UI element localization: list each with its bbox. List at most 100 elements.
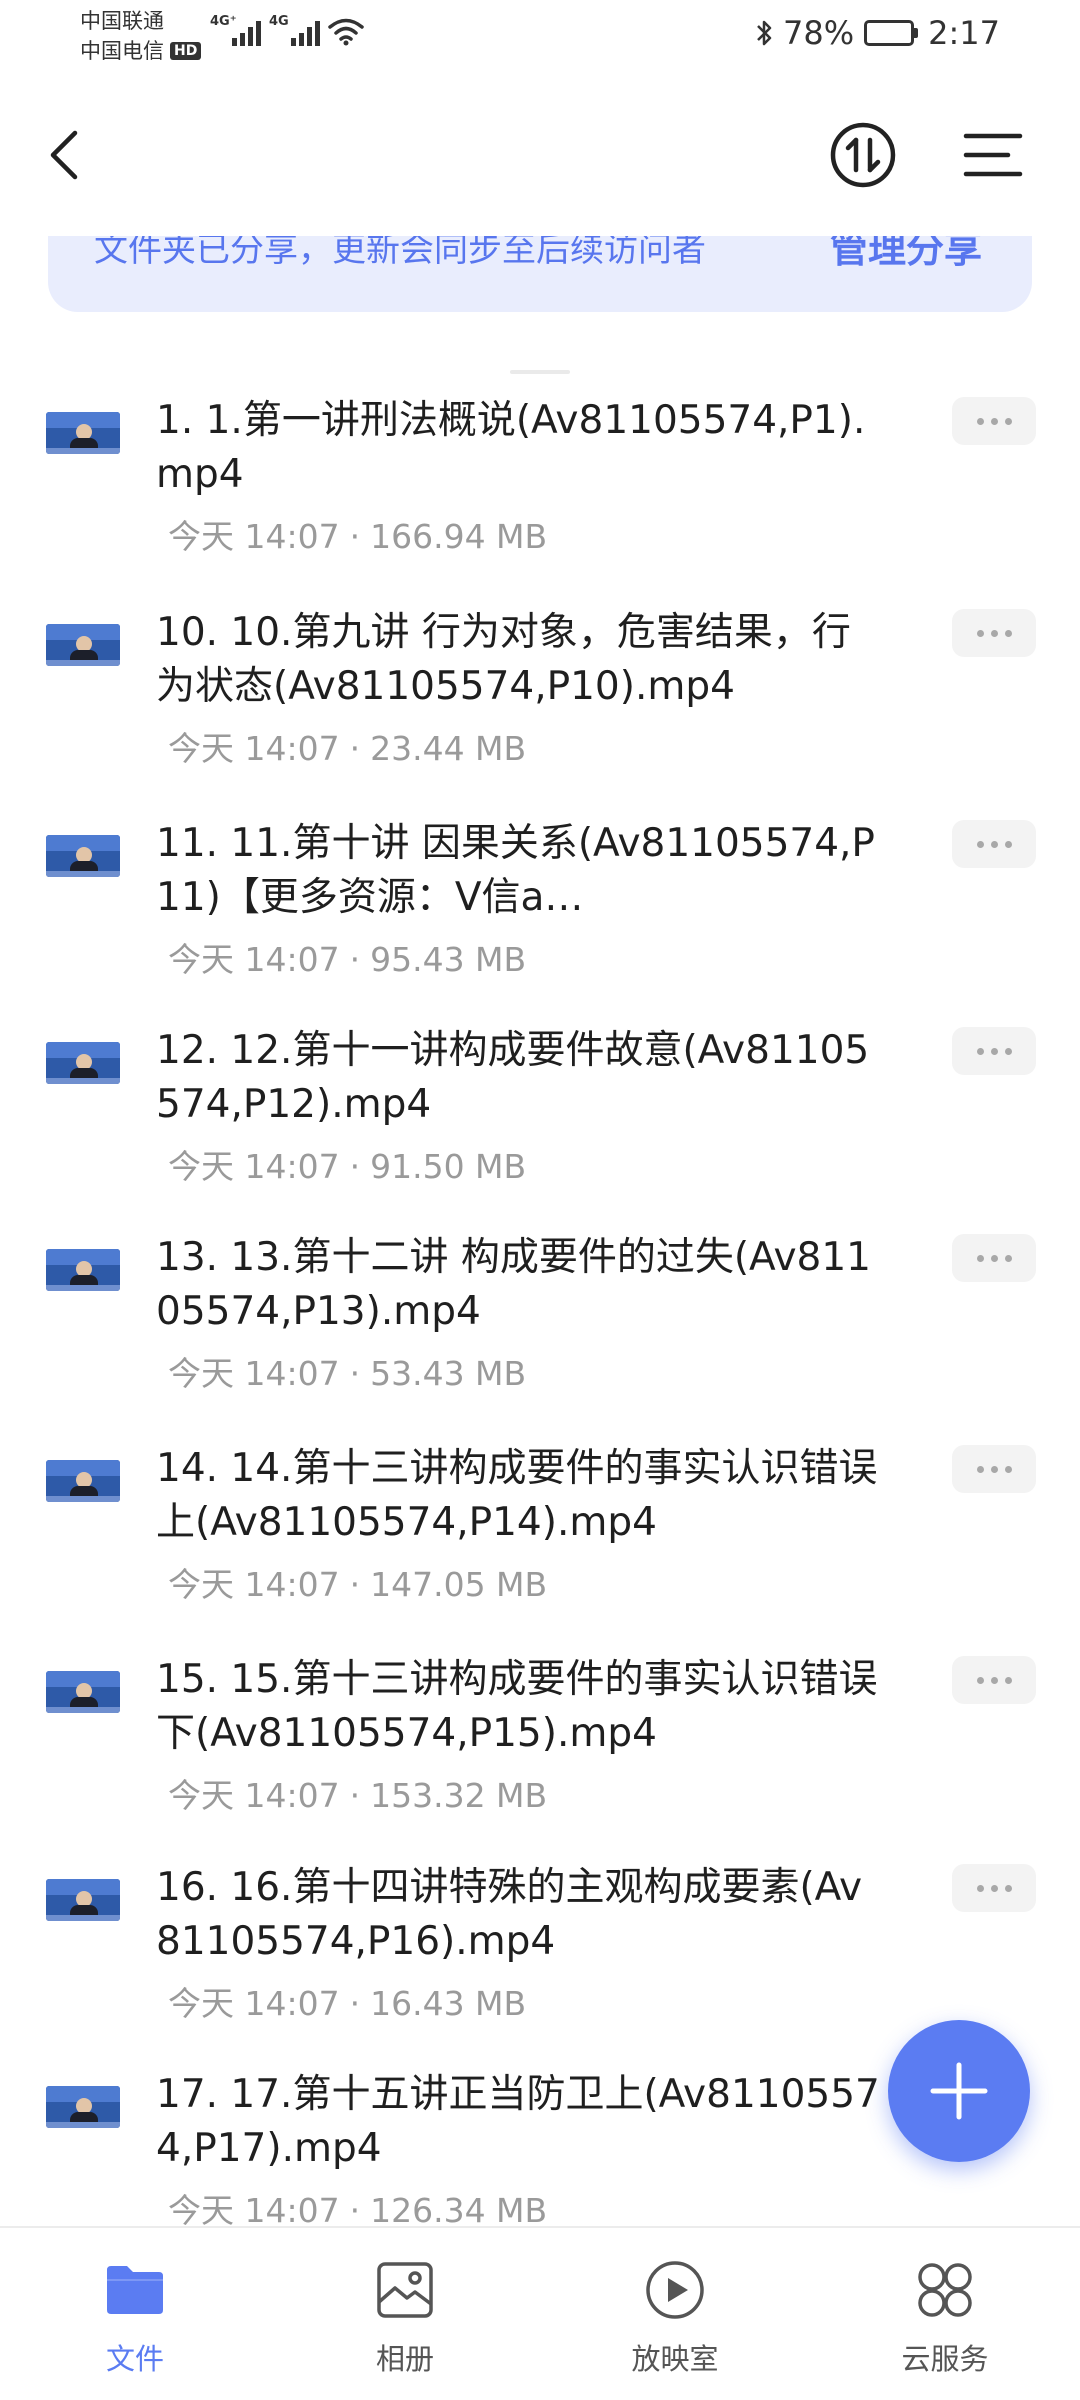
chevron-left-icon <box>50 130 78 180</box>
manage-share-link[interactable]: 管理分享 <box>830 236 982 273</box>
more-options-button[interactable] <box>952 1864 1036 1912</box>
meta-separator: · <box>349 2191 361 2230</box>
video-thumbnail <box>46 624 120 666</box>
bottom-nav: 文件 相册 放映室 云服务 <box>0 2226 1080 2400</box>
file-size: 126.34 MB <box>370 2191 548 2230</box>
more-options-button[interactable] <box>952 1445 1036 1493</box>
file-date: 今天 14:07 <box>168 940 340 979</box>
cloud-service-icon <box>918 2263 972 2317</box>
more-options-button[interactable] <box>952 609 1036 657</box>
battery-icon <box>864 20 919 46</box>
carrier-1: 中国联通 <box>80 9 164 33</box>
sort-icon <box>830 122 896 188</box>
file-meta: 今天 14:07 · 23.44 MB <box>168 722 526 770</box>
meta-separator: · <box>349 1354 361 1393</box>
file-size: 23.44 MB <box>370 729 527 768</box>
file-date: 今天 14:07 <box>168 729 340 768</box>
carrier-2: 中国电信 <box>80 39 164 63</box>
file-item[interactable]: 14. 14.第十三讲构成要件的事实认识错误上(Av81105574,P14).… <box>0 1442 1080 1652</box>
add-button[interactable] <box>888 2020 1030 2162</box>
bluetooth-icon <box>757 20 772 46</box>
video-thumbnail <box>46 1460 120 1502</box>
video-thumbnail <box>46 835 120 877</box>
wifi-icon <box>328 18 364 46</box>
file-item[interactable]: 15. 15.第十三讲构成要件的事实认识错误下(Av81105574,P15).… <box>0 1653 1080 1863</box>
video-thumbnail <box>46 412 120 454</box>
play-icon <box>646 2261 704 2319</box>
hd-badge: HD <box>170 42 202 60</box>
file-item[interactable]: 1. 1.第一讲刑法概说(Av81105574,P1).mp4 今天 14:07… <box>0 394 1080 604</box>
file-name: 14. 14.第十三讲构成要件的事实认识错误上(Av81105574,P14).… <box>156 1446 878 1545</box>
nav-cloud-service[interactable]: 云服务 <box>810 2228 1080 2400</box>
signal-icon-2: 4G <box>269 14 320 46</box>
video-thumbnail <box>46 1042 120 1084</box>
file-meta: 今天 14:07 · 147.05 MB <box>168 1558 547 1606</box>
file-meta: 今天 14:07 · 16.43 MB <box>168 1977 526 2025</box>
battery-percent: 78% <box>783 14 855 52</box>
file-size: 16.43 MB <box>370 1984 527 2023</box>
file-size: 91.50 MB <box>370 1147 527 1186</box>
file-meta: 今天 14:07 · 153.32 MB <box>168 1769 547 1817</box>
video-thumbnail <box>46 2086 120 2128</box>
top-app-bar <box>0 100 1080 210</box>
meta-separator: · <box>349 729 361 768</box>
file-name: 12. 12.第十一讲构成要件故意(Av81105574,P12).mp4 <box>156 1028 870 1127</box>
file-meta: 今天 14:07 · 53.43 MB <box>168 1347 526 1395</box>
folder-icon <box>107 2266 163 2314</box>
status-bar: 中国联通 中国电信 HD 4G⁺ 4G 78% 2:17 <box>0 0 1080 72</box>
album-icon <box>377 2262 433 2318</box>
file-size: 166.94 MB <box>370 517 548 556</box>
nav-label-album: 相册 <box>375 2342 434 2376</box>
file-size: 147.05 MB <box>370 1565 548 1604</box>
status-right: 78% 2:17 <box>755 14 1000 52</box>
file-item[interactable]: 13. 13.第十二讲 构成要件的过失(Av81105574,P13).mp4 … <box>0 1231 1080 1441</box>
more-options-button[interactable] <box>952 820 1036 868</box>
nav-album[interactable]: 相册 <box>270 2228 540 2400</box>
back-button[interactable] <box>30 120 100 190</box>
file-name: 1. 1.第一讲刑法概说(Av81105574,P1).mp4 <box>156 398 866 497</box>
file-date: 今天 14:07 <box>168 2191 340 2230</box>
file-meta: 今天 14:07 · 126.34 MB <box>168 2184 547 2232</box>
file-name: 17. 17.第十五讲正当防卫上(Av81105574,P17).mp4 <box>156 2072 880 2171</box>
meta-separator: · <box>349 940 361 979</box>
file-name: 11. 11.第十讲 因果关系(Av81105574,P11)【更多资源：V信a… <box>156 821 875 920</box>
file-meta: 今天 14:07 · 95.43 MB <box>168 933 526 981</box>
file-size: 153.32 MB <box>370 1776 548 1815</box>
meta-separator: · <box>349 1776 361 1815</box>
file-item[interactable]: 11. 11.第十讲 因果关系(Av81105574,P11)【更多资源：V信a… <box>0 817 1080 1027</box>
network-type-2: 4G <box>269 14 289 29</box>
clock: 2:17 <box>928 14 1000 52</box>
file-item[interactable]: 12. 12.第十一讲构成要件故意(Av81105574,P12).mp4 今天… <box>0 1024 1080 1234</box>
file-date: 今天 14:07 <box>168 1565 340 1604</box>
file-name: 10. 10.第九讲 行为对象，危害结果，行为状态(Av81105574,P10… <box>156 610 851 709</box>
share-banner: 文件夹已分享，更新会同步至后续访问者 管理分享 <box>48 236 1032 312</box>
file-name: 16. 16.第十四讲特殊的主观构成要素(Av81105574,P16).mp4 <box>156 1865 863 1964</box>
scroll-hint-divider <box>510 370 570 374</box>
share-banner-text: 文件夹已分享，更新会同步至后续访问者 <box>94 236 706 270</box>
menu-button[interactable] <box>958 120 1028 190</box>
more-options-button[interactable] <box>952 397 1036 445</box>
network-type-1: 4G⁺ <box>210 14 237 29</box>
nav-label-files: 文件 <box>105 2342 164 2376</box>
signal-indicators: 4G⁺ 4G <box>210 14 364 46</box>
file-date: 今天 14:07 <box>168 1984 340 2023</box>
file-item[interactable]: 10. 10.第九讲 行为对象，危害结果，行为状态(Av81105574,P10… <box>0 606 1080 816</box>
file-size: 95.43 MB <box>370 940 527 979</box>
more-options-button[interactable] <box>952 1234 1036 1282</box>
file-meta: 今天 14:07 · 166.94 MB <box>168 510 547 558</box>
nav-screening-room[interactable]: 放映室 <box>540 2228 810 2400</box>
sort-button[interactable] <box>828 120 898 190</box>
plus-icon <box>930 2062 988 2120</box>
video-thumbnail <box>46 1671 120 1713</box>
file-date: 今天 14:07 <box>168 517 340 556</box>
file-meta: 今天 14:07 · 91.50 MB <box>168 1140 526 1188</box>
nav-files[interactable]: 文件 <box>0 2228 270 2400</box>
meta-separator: · <box>349 517 361 556</box>
file-name: 15. 15.第十三讲构成要件的事实认识错误下(Av81105574,P15).… <box>156 1657 878 1756</box>
more-options-button[interactable] <box>952 1656 1036 1704</box>
meta-separator: · <box>349 1565 361 1604</box>
file-name: 13. 13.第十二讲 构成要件的过失(Av81105574,P13).mp4 <box>156 1235 871 1334</box>
file-size: 53.43 MB <box>370 1354 527 1393</box>
more-options-button[interactable] <box>952 1027 1036 1075</box>
menu-icon <box>963 133 1023 177</box>
